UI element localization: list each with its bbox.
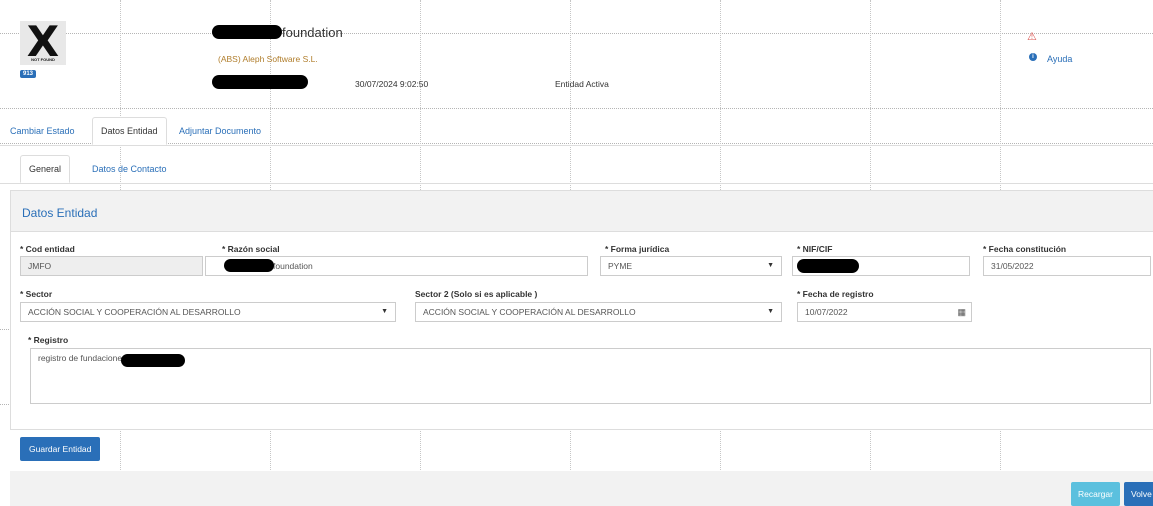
- save-entity-button[interactable]: Guardar Entidad: [20, 437, 101, 461]
- tab-cambiar-estado[interactable]: Cambiar Estado: [10, 126, 75, 136]
- footer-bar: [10, 471, 1153, 506]
- forma-juridica-label: * Forma jurídica: [605, 244, 670, 254]
- sector-value: ACCIÓN SOCIAL Y COOPERACIÓN AL DESARROLL…: [28, 307, 241, 317]
- registro-label: * Registro: [28, 335, 69, 345]
- registro-textarea[interactable]: registro de fundaciones: [30, 348, 1151, 404]
- chevron-down-icon: ▼: [767, 262, 774, 269]
- fecha-registro-label: * Fecha de registro: [797, 289, 874, 299]
- redacted-entity-name: [212, 25, 282, 39]
- notification-badge[interactable]: 913: [20, 70, 37, 78]
- tab-datos-entidad[interactable]: Datos Entidad: [92, 117, 167, 145]
- panel-header: Datos Entidad: [11, 191, 1153, 232]
- fecha-registro-input[interactable]: 10/07/2022 ▦: [797, 302, 972, 322]
- cod-entidad-label: * Cod entidad: [20, 244, 75, 254]
- forma-juridica-value: PYME: [608, 261, 633, 271]
- timestamp: 30/07/2024 9:02:50: [355, 79, 429, 89]
- logo: X NOT FOUND: [20, 17, 66, 66]
- razon-social-label: * Razón social: [222, 244, 280, 254]
- redacted-user: [212, 75, 308, 89]
- info-icon[interactable]: i: [1029, 53, 1037, 61]
- subtab-general[interactable]: General: [20, 155, 71, 183]
- forma-juridica-select[interactable]: PYME ▼: [600, 256, 782, 276]
- redacted-registro: [121, 354, 185, 367]
- sector2-label: Sector 2 (Solo si es aplicable ): [415, 289, 538, 299]
- sector2-value: ACCIÓN SOCIAL Y COOPERACIÓN AL DESARROLL…: [423, 307, 636, 317]
- sector-label: * Sector: [20, 289, 53, 299]
- fecha-registro-value: 10/07/2022: [805, 307, 848, 317]
- nif-cif-label: * NIF/CIF: [797, 244, 833, 254]
- sector-select[interactable]: ACCIÓN SOCIAL Y COOPERACIÓN AL DESARROLL…: [20, 302, 396, 322]
- redacted-razon: [224, 259, 274, 272]
- reload-button[interactable]: Recargar: [1071, 482, 1120, 506]
- tab-adjuntar-documento[interactable]: Adjuntar Documento: [179, 126, 261, 136]
- logo-caption: NOT FOUND: [31, 57, 55, 62]
- sector2-select[interactable]: ACCIÓN SOCIAL Y COOPERACIÓN AL DESARROLL…: [415, 302, 782, 322]
- redacted-nif: [797, 259, 859, 273]
- subtab-datos-contacto[interactable]: Datos de Contacto: [92, 164, 167, 174]
- registro-value: registro de fundaciones: [38, 353, 127, 363]
- back-button[interactable]: Volve: [1124, 482, 1153, 506]
- warning-icon[interactable]: ⚠: [1027, 30, 1037, 43]
- entity-name: foundation: [282, 25, 343, 40]
- panel-title: Datos Entidad: [22, 206, 98, 220]
- company-name: (ABS) Aleph Software S.L.: [218, 54, 318, 64]
- calendar-icon[interactable]: ▦: [957, 307, 966, 318]
- fecha-constitucion-input[interactable]: 31/05/2022: [983, 256, 1151, 276]
- entity-status: Entidad Activa: [555, 79, 609, 89]
- chevron-down-icon: ▼: [767, 308, 774, 315]
- chevron-down-icon: ▼: [381, 308, 388, 315]
- cod-entidad-input[interactable]: JMFO: [20, 256, 203, 276]
- help-link[interactable]: Ayuda: [1047, 54, 1072, 64]
- fecha-constitucion-label: * Fecha constitución: [983, 244, 1067, 254]
